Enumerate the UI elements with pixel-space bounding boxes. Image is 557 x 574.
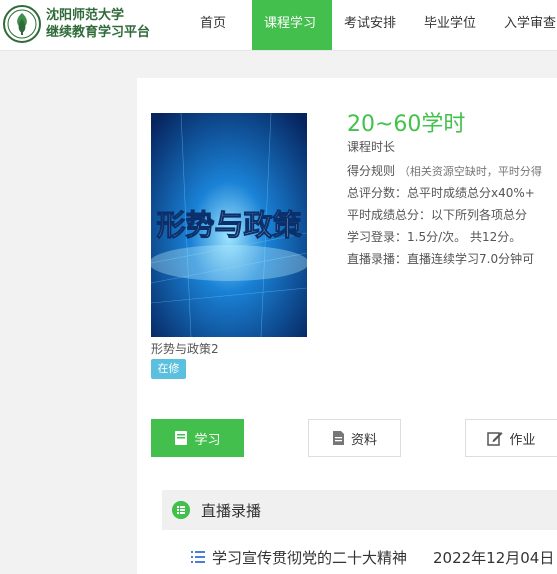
nav-exam-schedule[interactable]: 考试安排: [332, 0, 412, 50]
site-title[interactable]: 沈阳师范大学 继续教育学习平台: [46, 7, 150, 41]
list-circle-icon: [172, 501, 190, 519]
nav-course-study[interactable]: 课程学习: [252, 0, 332, 50]
lesson-title: 学习宣传贯彻党的二十大精神: [212, 549, 408, 567]
course-name: 形势与政策2: [151, 342, 219, 356]
brand-line-1: 沈阳师范大学: [46, 8, 125, 23]
brand-line-2: 继续教育学习平台: [46, 25, 151, 40]
nav-admission-review[interactable]: 入学审查: [492, 0, 557, 50]
rule-note: （相关资源空缺时，平时分得: [398, 165, 542, 178]
rule-regular: 平时成绩总分：以下所列各项总分: [347, 208, 528, 222]
document-icon: [332, 431, 344, 445]
main-nav: 首页 课程学习 考试安排 毕业学位 入学审查: [190, 0, 557, 50]
homework-button[interactable]: 作业: [465, 419, 557, 457]
study-button-label: 学习: [194, 432, 221, 448]
cover-title: 形势与政策: [156, 208, 302, 242]
rule-live: 直播录播：直播连续学习7.0分钟可: [347, 252, 535, 266]
lesson-item[interactable]: 学习宣传贯彻党的二十大精神 2022年12月04日: [190, 546, 557, 570]
live-replay-section[interactable]: 直播录播: [162, 490, 557, 530]
study-button[interactable]: 学习: [151, 419, 244, 457]
homework-button-label: 作业: [509, 432, 536, 448]
course-hours-label: 课程时长: [347, 140, 396, 154]
rule-header: 得分规则 （相关资源空缺时，平时分得: [347, 160, 557, 182]
lesson-date: 2022年12月04日: [433, 549, 555, 567]
rule-total: 总评分数：总平时成绩总分x40%+: [347, 186, 535, 200]
nav-home[interactable]: 首页: [190, 0, 252, 50]
book-icon: [175, 431, 188, 445]
course-cover-image[interactable]: 形势与政策: [151, 113, 307, 337]
materials-button[interactable]: 资料: [308, 419, 401, 457]
nav-graduation[interactable]: 毕业学位: [412, 0, 492, 50]
section-title: 直播录播: [201, 502, 262, 520]
top-header: 沈阳师范大学 继续教育学习平台 首页 课程学习 考试安排 毕业学位 入学审查: [0, 0, 557, 51]
rule-label: 得分规则: [347, 164, 396, 178]
edit-icon: [487, 432, 503, 446]
university-logo[interactable]: [2, 4, 42, 44]
materials-button-label: 资料: [350, 432, 377, 448]
status-badge: 在修: [151, 359, 186, 379]
rule-login: 学习登录：1.5分/次。 共12分。: [347, 230, 522, 244]
scoring-rules: 得分规则 （相关资源空缺时，平时分得 总评分数：总平时成绩总分x40%+ 平时成…: [347, 160, 557, 270]
list-icon: [191, 551, 205, 563]
course-hours: 20~60学时: [347, 112, 466, 137]
